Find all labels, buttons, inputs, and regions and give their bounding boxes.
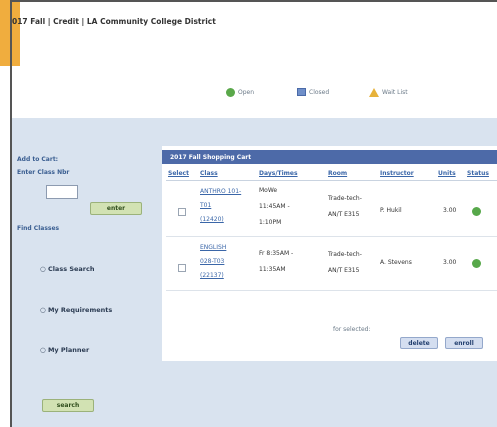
enroll-button[interactable]: enroll [445,337,483,349]
row-divider [166,236,497,237]
for-selected-label: for selected: [333,326,371,333]
legend-open-label: Open [238,89,255,96]
radio-circle-icon: ○ [40,306,46,314]
days-times-line2: 11:35AM [259,266,286,273]
enter-class-nbr-label: Enter Class Nbr [17,169,70,176]
row-select-checkbox[interactable] [178,208,186,216]
class-link[interactable]: ANTHRO 101- [200,185,241,199]
col-room[interactable]: Room [328,170,347,177]
row-select-checkbox[interactable] [178,264,186,272]
radio-circle-icon: ○ [40,346,46,354]
delete-button[interactable]: delete [400,337,438,349]
days-times-line1: Fr 8:35AM - [259,250,294,257]
cart-title: 2017 Fall Shopping Cart [162,150,497,164]
room-line1: Trade-tech- [328,251,362,258]
col-status[interactable]: Status [467,170,489,177]
page-title: 017 Fall | Credit | LA Community College… [12,17,216,26]
col-class[interactable]: Class [200,170,218,177]
col-days-times[interactable]: Days/Times [259,170,298,177]
closed-square-icon [297,88,306,96]
col-units[interactable]: Units [438,170,456,177]
col-instructor[interactable]: Instructor [380,170,414,177]
sidebar: Add to Cart: Enter Class Nbr enter Find … [12,118,157,427]
units: 3.00 [443,207,457,214]
open-circle-icon [226,88,235,97]
radio-my-requirements[interactable]: ○ My Requirements [40,306,112,314]
open-status-icon [472,207,481,216]
class-nbr-input[interactable] [46,185,78,199]
room-line2: AN/T E315 [328,267,360,274]
class-number-link[interactable]: (12420) [200,213,224,227]
legend-wait-list-label: Wait List [382,89,408,96]
wait-list-triangle-icon [369,88,379,97]
find-classes-label: Find Classes [17,225,60,232]
legend-closed: Closed [297,88,329,96]
col-select[interactable]: Select [168,170,189,177]
room-line1: Trade-tech- [328,195,362,202]
radio-circle-icon: ○ [40,265,46,273]
days-times-line3: 1:10PM [259,219,282,226]
shopping-cart-card: 2017 Fall Shopping Cart Select Class Day… [162,146,497,361]
class-number-link[interactable]: (22137) [200,269,224,283]
header-divider [166,180,497,181]
enter-button[interactable]: enter [90,202,142,215]
open-status-icon [472,259,481,268]
legend-closed-label: Closed [309,88,330,96]
radio-class-search-label: Class Search [47,265,95,273]
radio-my-planner[interactable]: ○ My Planner [40,346,89,354]
search-button[interactable]: search [42,399,94,412]
instructor: P. Hukil [380,207,402,214]
days-times-line1: MoWe [259,187,278,194]
room-line2: AN/T E315 [328,211,360,218]
radio-my-planner-label: My Planner [47,346,90,354]
radio-my-requirements-label: My Requirements [47,306,113,314]
add-to-cart-label: Add to Cart: [17,156,59,163]
class-section-link[interactable]: T01 [200,199,211,213]
legend-open: Open [226,88,254,97]
class-section-link[interactable]: 028-T03 [200,255,224,269]
class-link[interactable]: ENGLISH [200,241,226,255]
row-divider [166,290,497,291]
days-times-line2: 11:45AM - [259,203,290,210]
units: 3.00 [443,259,457,266]
legend-wait-list: Wait List [369,88,408,97]
instructor: A. Stevens [380,259,412,266]
status-legend: Open Closed Wait List [0,88,497,102]
radio-class-search[interactable]: ○ Class Search [40,265,95,273]
